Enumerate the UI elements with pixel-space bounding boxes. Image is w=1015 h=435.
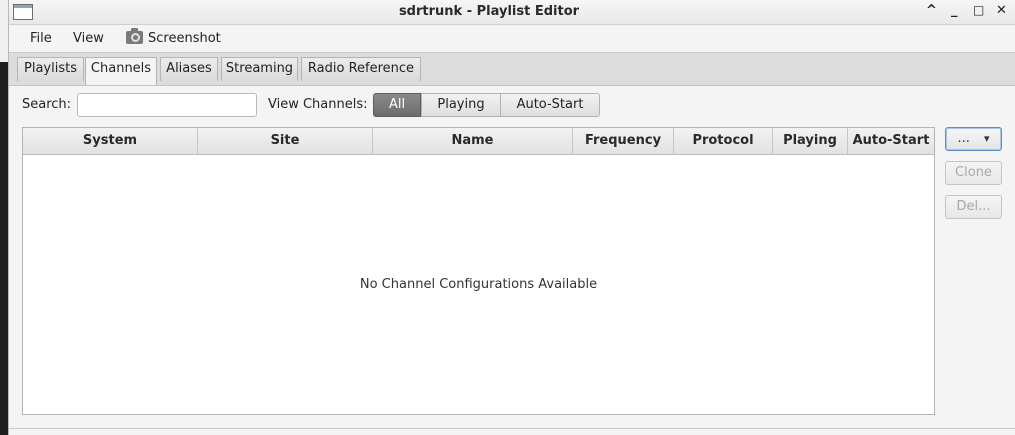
menu-bar: File View Screenshot xyxy=(9,25,1015,51)
window-title: sdrtrunk - Playlist Editor xyxy=(398,4,580,19)
background-terminal xyxy=(0,0,8,435)
clone-button[interactable]: Clone xyxy=(945,161,1002,185)
channel-menu-button[interactable]: ... ▾ xyxy=(945,127,1002,151)
view-channels-label: View Channels: xyxy=(268,97,368,112)
view-all-toggle[interactable]: All xyxy=(373,93,421,117)
view-playing-toggle[interactable]: Playing xyxy=(421,93,501,117)
column-header-playing[interactable]: Playing xyxy=(773,128,848,154)
column-header-frequency[interactable]: Frequency xyxy=(573,128,674,154)
playlist-editor-window: sdrtrunk - Playlist Editor ^ _ □ ✕ File … xyxy=(8,0,1015,435)
title-bar[interactable]: sdrtrunk - Playlist Editor ^ _ □ ✕ xyxy=(9,0,1015,25)
search-input[interactable] xyxy=(77,93,257,117)
column-header-name[interactable]: Name xyxy=(373,128,573,154)
tab-channels[interactable]: Channels xyxy=(85,57,157,85)
column-header-system[interactable]: System xyxy=(23,128,198,154)
tab-aliases[interactable]: Aliases xyxy=(160,57,218,81)
menu-view[interactable]: View xyxy=(73,31,104,46)
table-header: System Site Name Frequency Protocol Play… xyxy=(23,128,934,155)
maximize-icon[interactable]: □ xyxy=(973,3,984,17)
view-auto-start-toggle[interactable]: Auto-Start xyxy=(500,93,600,117)
bottom-divider xyxy=(9,428,1015,429)
close-icon[interactable]: ✕ xyxy=(996,3,1007,18)
channels-table[interactable]: System Site Name Frequency Protocol Play… xyxy=(22,127,935,415)
chevron-down-icon: ▾ xyxy=(984,132,990,145)
search-label: Search: xyxy=(22,97,72,112)
tab-playlists[interactable]: Playlists xyxy=(17,57,84,81)
camera-icon[interactable] xyxy=(126,28,143,44)
menu-screenshot[interactable]: Screenshot xyxy=(148,31,221,46)
minimize-icon[interactable]: _ xyxy=(951,3,958,18)
column-header-protocol[interactable]: Protocol xyxy=(674,128,773,154)
menu-button-label: ... xyxy=(957,131,970,146)
empty-table-message: No Channel Configurations Available xyxy=(359,277,598,292)
column-header-site[interactable]: Site xyxy=(198,128,373,154)
tab-streaming[interactable]: Streaming xyxy=(221,57,298,81)
column-header-auto-start[interactable]: Auto-Start xyxy=(848,128,934,154)
menu-file[interactable]: File xyxy=(30,31,52,46)
tab-radio-reference[interactable]: Radio Reference xyxy=(301,57,421,81)
tab-strip: Playlists Channels Aliases Streaming Rad… xyxy=(9,52,1015,86)
maximize-toggle-icon[interactable]: ^ xyxy=(926,3,937,18)
delete-button[interactable]: Del... xyxy=(945,195,1002,219)
